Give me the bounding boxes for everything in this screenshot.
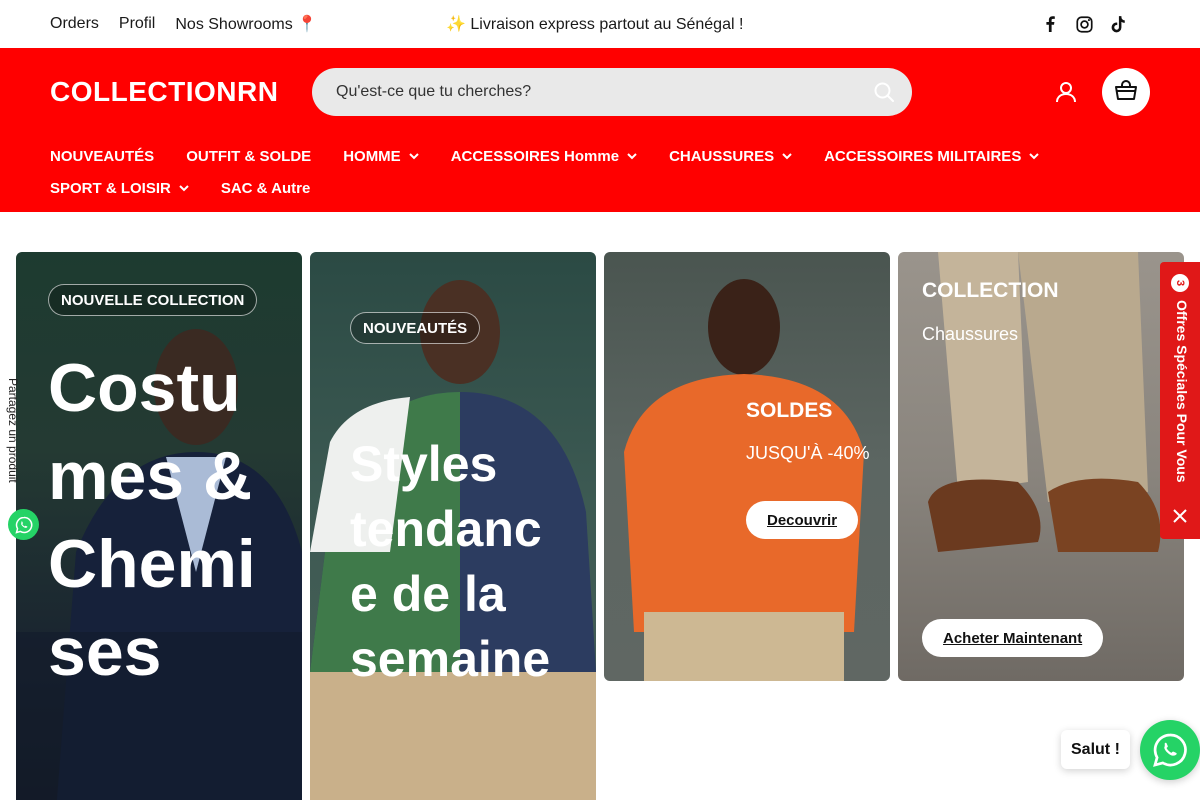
card-tag: NOUVEAUTÉS	[350, 312, 481, 344]
card-subtitle: JUSQU'À -40%	[746, 443, 870, 463]
profile-link[interactable]: Profil	[119, 15, 155, 33]
card-subtitle: Chaussures	[922, 324, 1019, 344]
tiktok-icon[interactable]	[1108, 14, 1128, 34]
nav-item-chaussures[interactable]: CHAUSSURES	[669, 148, 792, 165]
shop-now-button[interactable]: Acheter Maintenant	[922, 619, 1104, 657]
search-icon[interactable]	[872, 80, 896, 104]
card-title: Styles tendanc e de la semaine	[350, 432, 550, 692]
instagram-icon[interactable]	[1074, 14, 1094, 34]
shoes-photo	[928, 252, 1161, 552]
nav-item-label: SPORT & LOISIR	[50, 179, 171, 197]
chevron-down-icon	[179, 185, 189, 192]
model-photo	[624, 279, 864, 681]
close-icon[interactable]	[1172, 508, 1188, 524]
chevron-down-icon	[408, 153, 419, 160]
announcement-bar: Orders Profil Nos Showrooms 📍 ✨ Livraiso…	[0, 0, 1200, 48]
card-title: Costu mes & Chemi ses	[48, 344, 256, 696]
whatsapp-icon	[14, 516, 32, 534]
chevron-down-icon	[782, 153, 792, 160]
orders-link[interactable]: Orders	[50, 15, 99, 33]
title-line: Costu	[48, 350, 241, 426]
share-product-tab[interactable]: Partagez un produit	[2, 378, 26, 500]
nav-item-label: SAC & Autre	[220, 179, 311, 197]
card-title: SOLDES	[746, 399, 833, 422]
chevron-down-icon	[1029, 153, 1040, 160]
facebook-icon[interactable]	[1040, 14, 1060, 34]
title-line: tendanc	[350, 501, 542, 557]
discover-button[interactable]: Decouvrir	[746, 501, 859, 539]
title-line: semaine	[350, 631, 551, 687]
nav-item-accessoires-homme[interactable]: ACCESSOIRES Homme	[451, 148, 637, 165]
nav-row-2: SPORT & LOISIR SAC & Autre	[50, 172, 1150, 204]
title-line: Styles	[350, 436, 498, 492]
share-product-label: Partagez un produit	[6, 378, 20, 483]
nav-row-1: NOUVEAUTÉS OUTFIT & SOLDE HOMME ACCESSOI…	[50, 140, 1150, 172]
title-line: mes &	[48, 438, 253, 514]
offers-label: Offres Spéciales Pour Vous	[1174, 300, 1190, 483]
title-line: ses	[48, 614, 162, 690]
hero-card-chaussures[interactable]: COLLECTION Chaussures Acheter Maintenant	[898, 252, 1184, 681]
nav-item-label: OUTFIT & SOLDE	[186, 147, 312, 165]
title-line: e de la	[350, 566, 506, 622]
hero-card-soldes[interactable]: SOLDES JUSQU'À -40% Decouvrir	[604, 252, 890, 681]
account-icon[interactable]	[1054, 80, 1078, 104]
whatsapp-icon	[1153, 733, 1187, 767]
social-links	[1040, 0, 1128, 48]
whatsapp-share-button[interactable]	[8, 509, 39, 540]
nav-item-sac-autre[interactable]: SAC & Autre	[221, 180, 310, 197]
nav-item-accessoires-militaires[interactable]: ACCESSOIRES MILITAIRES	[824, 147, 1040, 165]
chat-greeting-bubble[interactable]: Salut !	[1061, 730, 1130, 769]
chevron-down-icon	[627, 153, 637, 160]
nav-item-label: CHAUSSURES	[669, 147, 775, 165]
cart-button[interactable]	[1102, 68, 1150, 116]
nav-item-label: NOUVEAUTÉS	[50, 147, 155, 165]
cart-icon	[1114, 79, 1138, 106]
whatsapp-chat-button[interactable]	[1140, 720, 1200, 780]
nav-item-label: ACCESSOIRES Homme	[450, 147, 620, 165]
search-bar	[312, 68, 912, 116]
hero-card-styles[interactable]: NOUVEAUTÉS Styles tendanc e de la semain…	[310, 252, 596, 800]
search-input[interactable]	[336, 83, 836, 101]
showrooms-link[interactable]: Nos Showrooms 📍	[175, 14, 317, 34]
nav-item-label: ACCESSOIRES MILITAIRES	[824, 147, 1022, 165]
site-header: COLLECTIONRN NOUVEAUTÉS OUTFIT & SOLDE H…	[0, 48, 1200, 212]
nav-item-sport-loisir[interactable]: SPORT & LOISIR	[50, 180, 189, 197]
card-title: COLLECTION	[922, 279, 1059, 302]
offers-count-badge: 3	[1171, 274, 1189, 292]
nav-item-nouveautes[interactable]: NOUVEAUTÉS	[50, 148, 154, 165]
main-navigation: NOUVEAUTÉS OUTFIT & SOLDE HOMME ACCESSOI…	[50, 140, 1150, 204]
top-links: Orders Profil Nos Showrooms 📍	[50, 0, 317, 48]
title-line: Chemi	[48, 526, 256, 602]
nav-item-outfit-solde[interactable]: OUTFIT & SOLDE	[186, 148, 311, 165]
special-offers-tab[interactable]: 3 Offres Spéciales Pour Vous	[1160, 262, 1200, 539]
hero-card-costumes[interactable]: NOUVELLE COLLECTION Costu mes & Chemi se…	[16, 252, 302, 800]
card-tag: NOUVELLE COLLECTION	[48, 284, 258, 316]
nav-item-homme[interactable]: HOMME	[343, 148, 419, 165]
site-logo[interactable]: COLLECTIONRN	[50, 76, 278, 108]
nav-item-label: HOMME	[343, 147, 401, 165]
announcement-text: ✨ Livraison express partout au Sénégal !	[446, 16, 744, 33]
